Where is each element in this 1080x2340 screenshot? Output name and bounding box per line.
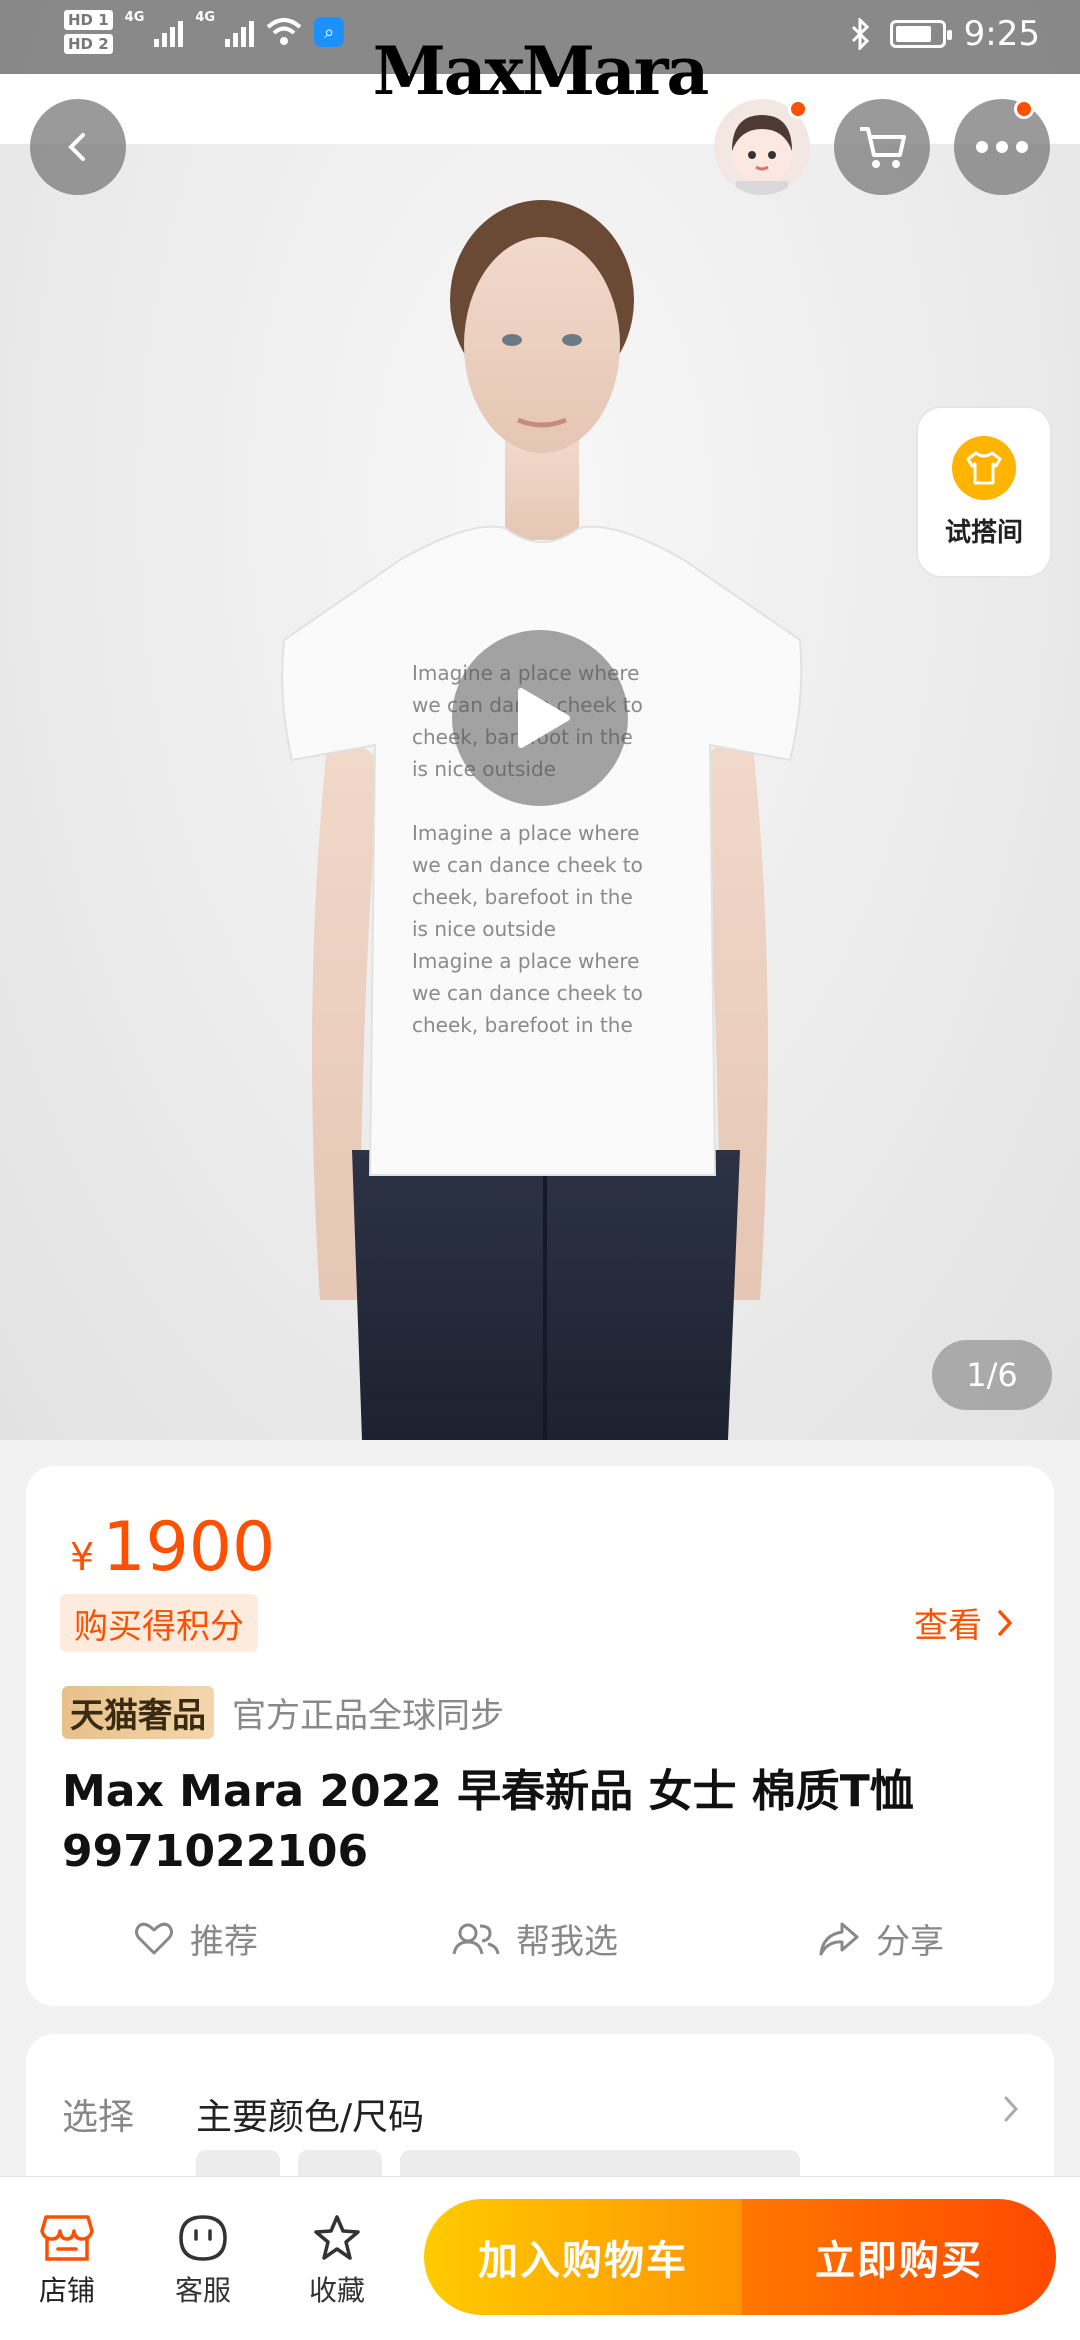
- store-icon: [40, 2215, 94, 2261]
- customer-service-tab[interactable]: 客服: [158, 2213, 248, 2309]
- svg-text:we can dance cheek to: we can dance cheek to: [412, 981, 643, 1005]
- price-card: ¥ 1900 购买得积分 查看 天猫奢品 官方正品全球同步 Max Mara 2…: [26, 1466, 1054, 2006]
- help-choose-label: 帮我选: [516, 1922, 618, 1962]
- share-button[interactable]: 分享: [818, 1914, 944, 1963]
- product-title: Max Mara 2022 早春新品 女士 棉质T恤 9971022106: [62, 1762, 1002, 1882]
- play-icon: [518, 688, 570, 748]
- help-choose-button[interactable]: 帮我选: [452, 1914, 618, 1963]
- heart-icon: [135, 1922, 173, 1954]
- more-notification-dot: [1014, 99, 1034, 119]
- chevron-right-icon: [998, 1609, 1013, 1636]
- star-icon: [314, 2215, 360, 2260]
- service-icon: [179, 2215, 227, 2261]
- cart-icon: [860, 127, 906, 168]
- svg-text:we can dance cheek to: we can dance cheek to: [412, 853, 643, 877]
- tmall-luxury-row: 天猫奢品 官方正品全球同步: [62, 1686, 504, 1739]
- svg-text:Imagine a place where: Imagine a place where: [412, 821, 639, 845]
- bottom-action-bar: 店铺 客服 收藏 加入购物车 立即购买: [0, 2176, 1080, 2340]
- more-icon: [976, 141, 1028, 153]
- fitting-room-button[interactable]: 试搭间: [916, 406, 1052, 578]
- svg-text:cheek, barefoot in the: cheek, barefoot in the: [412, 885, 633, 909]
- select-label: 选择: [62, 2097, 135, 2138]
- back-button[interactable]: [30, 99, 126, 195]
- currency-symbol: ¥: [70, 1535, 95, 1579]
- tmall-authentic-text: 官方正品全球同步: [232, 1696, 504, 1736]
- hd-badge-1: HD 1: [64, 10, 113, 30]
- shop-label: 店铺: [38, 2274, 95, 2307]
- share-label: 分享: [876, 1922, 944, 1962]
- svg-text:Imagine a place where: Imagine a place where: [412, 949, 639, 973]
- view-link-label: 查看: [914, 1606, 982, 1646]
- tshirt-icon: [952, 435, 1016, 500]
- cart-button[interactable]: [834, 99, 930, 195]
- brand-logo: MaxMara: [372, 32, 710, 110]
- svg-text:is nice outside: is nice outside: [412, 917, 556, 941]
- network-type-2: 4G: [195, 10, 216, 25]
- price: ¥ 1900: [70, 1508, 275, 1587]
- service-label: 客服: [174, 2274, 231, 2307]
- avatar-notification-dot: [788, 99, 808, 119]
- select-value: 主要颜色/尺码: [196, 2097, 425, 2138]
- points-tag: 购买得积分: [60, 1594, 258, 1652]
- product-title-line-2: 9971022106: [62, 1826, 369, 1877]
- svg-text:cheek, barefoot in the: cheek, barefoot in the: [412, 1013, 633, 1037]
- people-icon: [452, 1923, 500, 1954]
- price-value: 1900: [102, 1508, 276, 1587]
- product-title-line-1: Max Mara 2022 早春新品 女士 棉质T恤: [62, 1766, 914, 1817]
- favorite-label: 收藏: [308, 2274, 365, 2307]
- product-actions: 推荐 帮我选 分享: [26, 1914, 1054, 1974]
- tmall-luxury-badge: 天猫奢品: [62, 1686, 214, 1739]
- chevron-right-icon: [1004, 2096, 1019, 2122]
- favorite-tab[interactable]: 收藏: [292, 2213, 382, 2309]
- recommend-button[interactable]: 推荐: [134, 1914, 258, 1963]
- image-page-indicator: 1/6: [932, 1340, 1052, 1410]
- chevron-left-icon: [68, 133, 85, 161]
- network-type-1: 4G: [124, 10, 145, 25]
- share-icon: [819, 1922, 859, 1955]
- more-button[interactable]: [954, 99, 1050, 195]
- play-video-button[interactable]: [452, 630, 628, 806]
- product-gallery[interactable]: Imagine a place where we can dance cheek…: [0, 0, 1080, 1440]
- view-points-link[interactable]: 查看: [914, 1598, 1014, 1647]
- fitting-room-label: 试搭间: [944, 517, 1023, 548]
- buy-now-button[interactable]: 立即购买: [742, 2199, 1056, 2315]
- add-to-cart-button[interactable]: 加入购物车: [424, 2199, 742, 2315]
- shop-tab[interactable]: 店铺: [22, 2213, 112, 2309]
- recommend-label: 推荐: [190, 1922, 258, 1962]
